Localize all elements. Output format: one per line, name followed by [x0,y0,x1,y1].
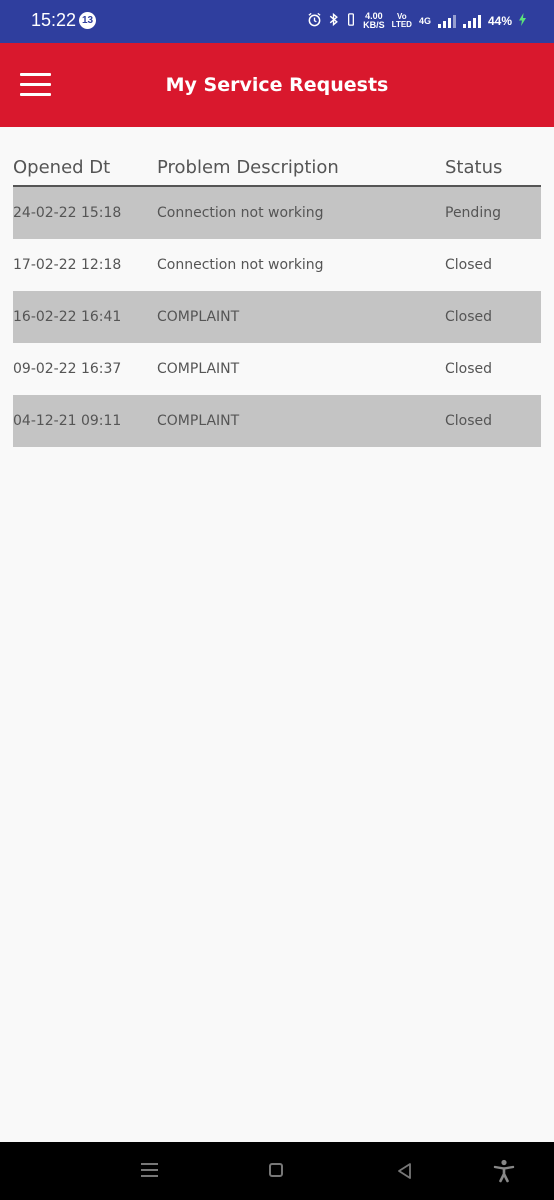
table-row[interactable]: 17-02-22 12:18 Connection not working Cl… [13,239,541,291]
problem-description: Connection not working [157,257,324,273]
status-icons: 4.00 KB/S Vo LTED 4G 44% [307,10,526,32]
table-row[interactable]: 24-02-22 15:18 Connection not working Pe… [13,187,541,239]
problem-description: COMPLAINT [157,309,240,325]
table-header: Opened Dt Problem Description Status [13,152,541,187]
column-header-status: Status [445,157,503,178]
recents-menu-icon[interactable] [141,1162,158,1179]
network-type: 4G [418,16,431,26]
opened-date: 24-02-22 15:18 [13,205,122,221]
vibrate-icon [346,12,356,30]
network-speed: 4.00 KB/S [363,11,385,30]
accessibility-icon[interactable] [493,1159,515,1183]
column-header-description: Problem Description [157,157,339,178]
problem-description: COMPLAINT [157,361,240,377]
app-bar: My Service Requests [0,43,554,127]
table-row[interactable]: 04-12-21 09:11 COMPLAINT Closed [13,395,541,447]
status: Closed [445,361,493,377]
signal-icon-sim2 [462,14,481,28]
alarm-icon [307,12,322,30]
problem-description: Connection not working [157,205,324,221]
system-nav-bar [0,1142,554,1200]
home-icon[interactable] [269,1163,283,1177]
opened-date: 09-02-22 16:37 [13,361,122,377]
status-bar: 15:22 13 4.00 KB/S Vo LTED 4G 44% [0,0,554,43]
notification-badge: 13 [79,12,96,29]
opened-date: 16-02-22 16:41 [13,309,122,325]
back-icon[interactable] [395,1161,415,1181]
volte-indicator: Vo LTED [391,12,412,29]
battery-level: 44% [487,14,512,28]
opened-date: 17-02-22 12:18 [13,257,122,273]
bluetooth-icon [329,12,339,30]
signal-icon [437,14,456,28]
clock: 15:22 [31,10,77,30]
battery-charging-icon [519,13,526,29]
table-row[interactable]: 16-02-22 16:41 COMPLAINT Closed [13,291,541,343]
status: Closed [445,413,493,429]
status: Closed [445,309,493,325]
opened-date: 04-12-21 09:11 [13,413,122,429]
problem-description: COMPLAINT [157,413,240,429]
status: Closed [445,257,493,273]
status: Pending [445,205,501,221]
page-title: My Service Requests [165,74,389,96]
table-row[interactable]: 09-02-22 16:37 COMPLAINT Closed [13,343,541,395]
service-requests-table: Opened Dt Problem Description Status 24-… [13,152,541,447]
column-header-opened: Opened Dt [13,157,111,178]
